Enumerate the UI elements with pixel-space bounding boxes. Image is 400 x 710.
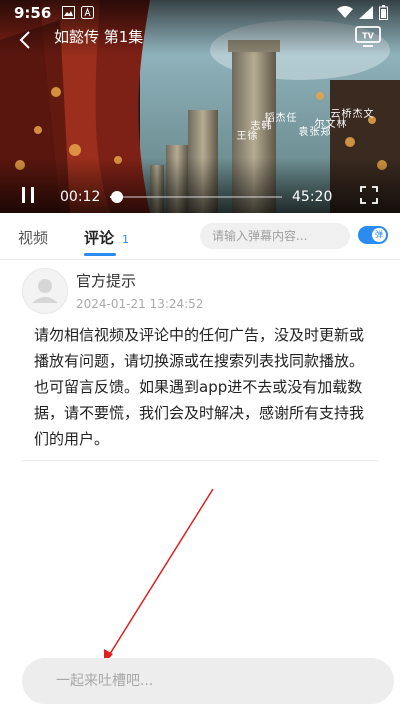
comment-count-badge: 1: [122, 233, 129, 246]
time-current: 00:12: [60, 189, 101, 205]
pause-icon[interactable]: [20, 186, 36, 204]
danmaku-toggle[interactable]: 弹: [358, 226, 388, 244]
comment-body: 请勿相信视频及评论中的任何广告，没及时更新或播放有问题，请切换源或在搜索列表找同…: [34, 326, 365, 448]
danmaku-toggle-label: 弹: [372, 228, 386, 242]
active-tab-indicator: [84, 253, 116, 256]
user-avatar-icon: [32, 279, 58, 303]
tab-bar: 视频 评论 1 弹: [0, 213, 400, 260]
credit-text: 文 杰 桥 云: [328, 108, 372, 130]
comment-input[interactable]: [22, 658, 394, 704]
image-notification-icon: [62, 6, 75, 19]
notification-icons: [62, 6, 94, 19]
time-total: 45:20: [292, 189, 333, 205]
battery-icon: [379, 5, 388, 20]
status-bar: 9:56: [0, 0, 400, 26]
video-player[interactable]: 9:56 如懿传 第1集 TV 徐 王 韩 志 任 杰 韬 郑 张 袁 林 文 …: [0, 0, 400, 213]
signal-icon: [359, 6, 373, 19]
credit-text: 任 杰 韬: [262, 112, 295, 134]
video-title: 如懿传 第1集: [54, 28, 144, 46]
tab-comments[interactable]: 评论: [84, 227, 114, 248]
tab-video[interactable]: 视频: [18, 227, 48, 248]
progress-thumb[interactable]: [110, 191, 123, 203]
svg-text:TV: TV: [362, 32, 374, 41]
app-notification-icon: [81, 6, 94, 19]
wifi-icon: [337, 6, 353, 18]
comment-time: 2024-01-21 13:24:52: [76, 297, 204, 311]
avatar: [22, 268, 68, 314]
cast-tv-icon[interactable]: TV: [354, 24, 382, 48]
fullscreen-icon[interactable]: [360, 186, 378, 204]
system-icons: [337, 5, 388, 20]
danmaku-input[interactable]: [200, 223, 350, 249]
progress-bar[interactable]: [110, 191, 282, 203]
status-time: 9:56: [14, 4, 52, 22]
back-arrow-icon[interactable]: [14, 28, 38, 52]
comment-author: 官方提示: [76, 272, 137, 290]
divider: [22, 460, 378, 461]
